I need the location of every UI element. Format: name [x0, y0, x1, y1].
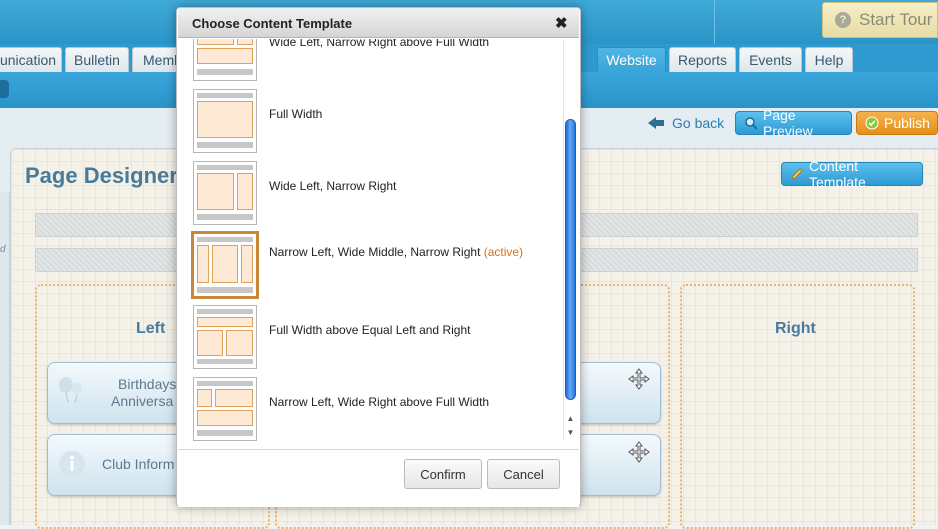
template-thumbnail [193, 161, 257, 225]
sidebar-toggle-handle[interactable] [0, 80, 9, 98]
tab-label: Bulletin [74, 52, 120, 68]
scrollbar-thumb[interactable] [565, 119, 576, 400]
template-list: Wide Left, Narrow Right above Full Width… [178, 39, 579, 441]
template-label: Wide Left, Narrow Right above Full Width [269, 39, 490, 49]
template-label-text: Narrow Left, Wide Middle, Narrow Right [269, 245, 481, 259]
template-thumbnail [193, 377, 257, 441]
page-preview-label: Page Preview [763, 107, 813, 139]
publish-label: Publish [884, 115, 930, 131]
help-icon: ? [835, 12, 851, 28]
check-icon [865, 116, 879, 130]
template-label: Narrow Left, Wide Right above Full Width [269, 395, 490, 409]
publish-button[interactable]: Publish [856, 111, 938, 135]
balloons-icon [56, 375, 86, 408]
template-thumbnail-active [191, 231, 259, 299]
template-option-wide-left-narrow-right[interactable]: Wide Left, Narrow Right [178, 161, 561, 233]
move-icon[interactable] [628, 368, 650, 390]
tab-label: Help [814, 52, 844, 68]
left-column-header: Left [136, 320, 166, 337]
tab-reports[interactable]: Reports [669, 47, 736, 72]
active-tag: (active) [483, 245, 524, 259]
modal-title: Choose Content Template [192, 16, 353, 31]
tab-label: Website [606, 52, 657, 68]
page-title: Page Designer: [25, 163, 186, 188]
confirm-button[interactable]: Confirm [404, 459, 482, 489]
go-back-link[interactable]: Go back [648, 114, 724, 132]
template-option-narrow-left-wide-right-above-full[interactable]: Narrow Left, Wide Right above Full Width [178, 377, 561, 441]
tab-bulletin[interactable]: Bulletin [65, 47, 129, 72]
tab-website[interactable]: Website [597, 47, 666, 72]
left-strip-text: d [0, 244, 6, 255]
scroll-up-icon[interactable]: ▲ [565, 412, 576, 424]
club-info-label: Club Inform [102, 456, 175, 472]
template-label: Full Width [269, 107, 323, 121]
right-column-header: Right [775, 320, 816, 337]
tab-events[interactable]: Events [739, 47, 802, 72]
move-icon[interactable] [628, 441, 650, 463]
template-option-narrow-left-wide-middle-narrow-right[interactable]: Narrow Left, Wide Middle, Narrow Right (… [178, 231, 561, 303]
page-preview-button[interactable]: Page Preview [735, 107, 852, 139]
tab-label: unication [0, 52, 57, 68]
info-icon [58, 450, 86, 481]
cancel-button[interactable]: Cancel [487, 459, 560, 489]
tab-label: Reports [677, 52, 728, 68]
content-template-label: Content Template [809, 158, 866, 190]
start-tour-label: Start Tour [859, 10, 933, 29]
template-option-full-width-above-equal[interactable]: Full Width above Equal Left and Right [178, 305, 561, 377]
template-label: Wide Left, Narrow Right [269, 179, 397, 193]
birthdays-label-line2: Anniversa [111, 393, 174, 409]
go-back-label: Go back [672, 115, 725, 131]
template-label: Narrow Left, Wide Middle, Narrow Right (… [269, 245, 523, 259]
template-thumbnail [193, 305, 257, 369]
birthdays-label-line1: Birthdays [118, 376, 177, 392]
close-icon[interactable]: ✖ [555, 14, 568, 32]
scroll-down-icon[interactable]: ▼ [565, 426, 576, 438]
start-tour-button[interactable]: ? Start Tour [822, 2, 938, 38]
tab-communication[interactable]: unication [0, 47, 62, 72]
magnifier-icon [744, 116, 758, 130]
template-thumbnail [193, 39, 257, 81]
template-option-wide-left-narrow-right-above-full[interactable]: Wide Left, Narrow Right above Full Width [178, 39, 561, 89]
back-arrow-icon [648, 117, 664, 129]
template-label: Full Width above Equal Left and Right [269, 323, 471, 337]
left-sidebar-strip: d [0, 192, 10, 525]
pencil-icon [790, 167, 804, 181]
tab-label: Events [749, 52, 792, 68]
tab-help[interactable]: Help [805, 47, 853, 72]
tab-members[interactable]: Memb [132, 47, 182, 72]
template-option-full-width[interactable]: Full Width [178, 89, 561, 161]
top-bar-divider [714, 0, 715, 44]
content-template-button[interactable]: Content Template [781, 158, 923, 190]
template-thumbnail [193, 89, 257, 153]
